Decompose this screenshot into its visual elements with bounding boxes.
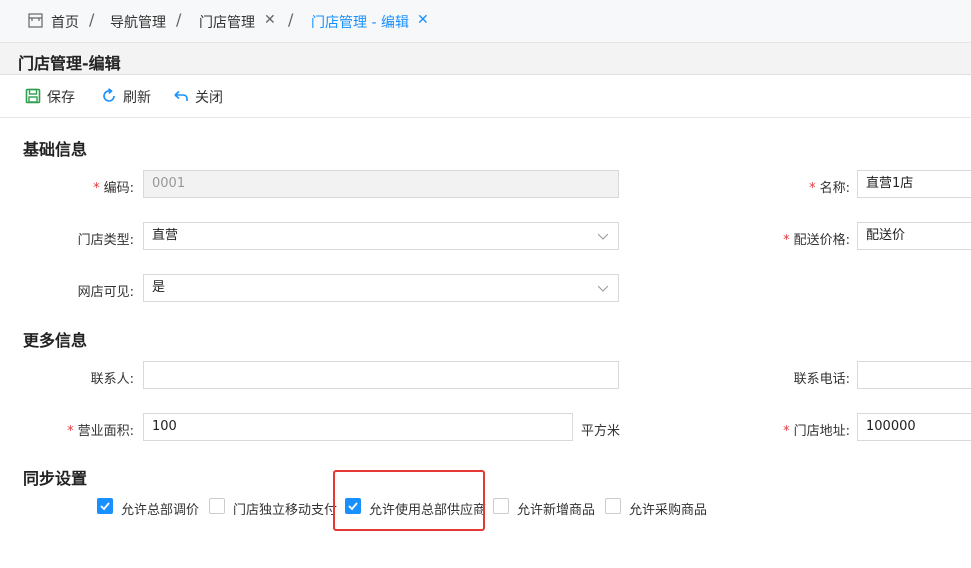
tab-bar: 首页 / 导航管理 / 门店管理 ✕ / 门店管理 - 编辑 ✕	[0, 0, 971, 43]
home-icon	[28, 13, 43, 28]
section-title-more: 更多信息	[23, 331, 88, 350]
store-type-value: 直营	[152, 228, 179, 243]
phone-label: 联系电话:	[793, 372, 850, 387]
close-label: 关闭	[195, 90, 223, 106]
page-title: 门店管理-编辑	[18, 54, 121, 73]
tab-navigation-management[interactable]: 导航管理	[110, 12, 166, 32]
checkbox-allow-hq-price-adjust[interactable]	[97, 498, 113, 514]
save-label: 保存	[47, 90, 75, 106]
undo-icon	[174, 90, 188, 101]
breadcrumb-separator: /	[176, 10, 182, 29]
checkbox-label: 允许总部调价	[121, 503, 200, 518]
tab-store-management-edit[interactable]: 门店管理 - 编辑	[311, 12, 409, 32]
check-icon	[100, 502, 110, 511]
address-label: * 门店地址:	[783, 424, 850, 439]
delivery-price-label: * 配送价格:	[783, 233, 850, 248]
store-type-select[interactable]: 直营	[143, 222, 619, 250]
refresh-label: 刷新	[123, 90, 151, 106]
contact-label: 联系人:	[90, 372, 134, 387]
close-icon[interactable]: ✕	[264, 12, 276, 28]
store-type-label: 门店类型:	[77, 233, 134, 248]
close-icon[interactable]: ✕	[417, 12, 429, 28]
refresh-icon	[103, 88, 115, 102]
section-title-basic: 基础信息	[23, 140, 88, 159]
chevron-down-icon	[598, 233, 608, 240]
breadcrumb-separator: /	[288, 10, 294, 29]
checkbox-allow-new-goods[interactable]	[493, 498, 509, 514]
tab-store-management[interactable]: 门店管理	[199, 12, 255, 32]
contact-input[interactable]	[143, 361, 619, 389]
save-icon	[25, 88, 41, 104]
area-label: * 营业面积:	[67, 424, 134, 439]
phone-input[interactable]	[857, 361, 971, 389]
checkbox-independent-mobile-pay[interactable]	[209, 498, 225, 514]
online-visible-value: 是	[152, 280, 166, 295]
tab-home[interactable]: 首页	[51, 12, 79, 32]
code-label: * 编码:	[93, 181, 134, 196]
area-unit: 平方米	[581, 424, 621, 439]
online-visible-select[interactable]: 是	[143, 274, 619, 302]
chevron-down-icon	[598, 285, 608, 292]
online-visible-label: 网店可见:	[77, 285, 134, 300]
code-field: 0001	[143, 170, 619, 198]
checkbox-label: 门店独立移动支付	[233, 503, 338, 518]
checkbox-allow-purchase[interactable]	[605, 498, 621, 514]
address-input[interactable]: 100000	[857, 413, 971, 441]
page-header: 门店管理-编辑	[0, 43, 971, 75]
highlight-box	[333, 470, 485, 531]
toolbar: 保存 刷新 关闭	[0, 76, 971, 118]
checkbox-label: 允许新增商品	[517, 503, 596, 518]
name-label: * 名称:	[809, 181, 850, 196]
section-title-sync: 同步设置	[23, 469, 88, 488]
area-input[interactable]: 100	[143, 413, 573, 441]
name-field[interactable]: 直营1店	[857, 170, 971, 198]
checkbox-label: 允许采购商品	[629, 503, 708, 518]
breadcrumb-separator: /	[89, 10, 95, 29]
delivery-price-select[interactable]: 配送价	[857, 222, 971, 250]
